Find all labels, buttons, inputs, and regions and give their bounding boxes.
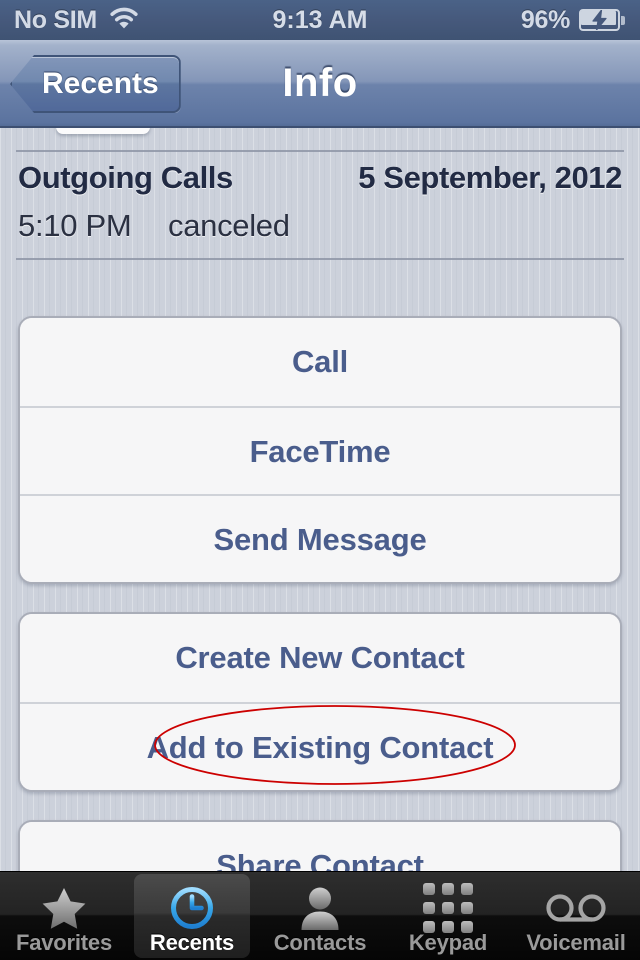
status-bar-clock: 9:13 AM <box>272 5 368 34</box>
clock-icon <box>170 885 214 931</box>
battery-percent-label: 96% <box>520 5 570 34</box>
back-button-recents[interactable]: Recents <box>10 55 181 113</box>
wifi-icon <box>109 7 139 34</box>
status-bar-center: 9:13 AM <box>272 5 368 34</box>
tab-voicemail[interactable]: Voicemail <box>512 872 640 960</box>
send-message-row[interactable]: Send Message <box>20 494 620 582</box>
call-header: Outgoing Calls 5 September, 2012 <box>18 160 622 196</box>
call-detail-row: 5:10 PM canceled <box>18 208 290 244</box>
tab-recents[interactable]: Recents <box>128 872 256 960</box>
carrier-label: No SIM <box>14 5 97 34</box>
tab-label-keypad: Keypad <box>408 930 488 955</box>
actions-group: Call FaceTime Send Message <box>18 316 622 584</box>
call-date-label: 5 September, 2012 <box>358 160 622 195</box>
tab-keypad[interactable]: Keypad <box>384 872 512 960</box>
status-bar-left: No SIM <box>14 7 273 34</box>
status-bar-right: 96% <box>367 5 626 34</box>
call-direction-label: Outgoing Calls <box>18 160 233 195</box>
add-to-existing-contact-row[interactable]: Add to Existing Contact <box>20 702 620 790</box>
iphone-screen: No SIM 9:13 AM 96% Info Recents Outgoing… <box>0 0 640 960</box>
voicemail-tape-icon <box>546 885 606 931</box>
call-status-label: canceled <box>168 208 290 243</box>
divider-top <box>16 150 624 152</box>
tab-label-contacts: Contacts <box>273 930 367 955</box>
tab-contacts[interactable]: Contacts <box>256 872 384 960</box>
tab-label-recents: Recents <box>149 930 235 955</box>
facetime-row[interactable]: FaceTime <box>20 406 620 494</box>
scrolled-off-card <box>56 128 150 134</box>
tab-favorites[interactable]: Favorites <box>0 872 128 960</box>
info-scroll-view[interactable]: Outgoing Calls 5 September, 2012 5:10 PM… <box>0 128 640 872</box>
create-new-contact-row[interactable]: Create New Contact <box>20 614 620 702</box>
battery-charging-icon <box>579 9 626 31</box>
contact-group: Create New Contact Add to Existing Conta… <box>18 612 622 792</box>
navigation-bar: Info Recents <box>0 40 640 128</box>
person-icon <box>299 885 341 931</box>
share-group: Share Contact <box>18 820 622 872</box>
call-row[interactable]: Call <box>20 318 620 406</box>
share-contact-row[interactable]: Share Contact <box>20 822 620 872</box>
tab-bar: Favorites Recents Contacts Keypad Voicem… <box>0 871 640 960</box>
status-bar: No SIM 9:13 AM 96% <box>0 0 640 40</box>
star-icon <box>42 885 86 931</box>
divider-bottom <box>16 258 624 260</box>
keypad-grid-icon <box>423 883 473 933</box>
tab-label-voicemail: Voicemail <box>526 930 626 955</box>
tab-label-favorites: Favorites <box>15 930 113 955</box>
call-time-label: 5:10 PM <box>18 208 132 243</box>
